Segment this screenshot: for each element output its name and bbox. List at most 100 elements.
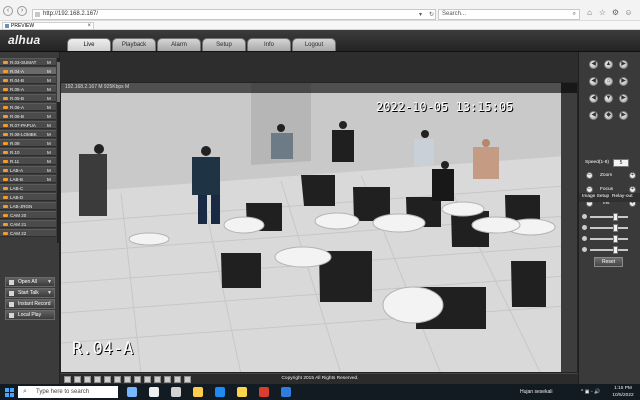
- main-stream-flag[interactable]: M: [47, 104, 52, 111]
- weather-status[interactable]: Hujan sesekali: [520, 389, 553, 395]
- tab-logout[interactable]: Logout: [292, 38, 336, 51]
- brightness-slider[interactable]: [582, 213, 634, 221]
- start-talk-button[interactable]: Start Talk ▼: [5, 288, 55, 298]
- ptz-up-left-button[interactable]: ◀: [589, 60, 598, 69]
- ptz-up-right-button[interactable]: ▶: [619, 60, 628, 69]
- instant-record-button[interactable]: Instant Record: [5, 299, 55, 309]
- ptz-preset-button[interactable]: ▶: [619, 111, 628, 120]
- contrast-slider[interactable]: [582, 224, 634, 232]
- ptz-up-button[interactable]: ▲: [604, 60, 613, 69]
- channel-item-r-06-b[interactable]: R.06-B M: [0, 112, 56, 120]
- reset-button[interactable]: Reset: [594, 257, 623, 267]
- speed-select[interactable]: 5: [613, 159, 629, 167]
- browser-search[interactable]: Search... ⌕: [438, 9, 580, 20]
- zoom-in-button[interactable]: +: [629, 172, 636, 179]
- refresh-icon[interactable]: ↻: [429, 11, 434, 18]
- channel-item-r-08-lombk[interactable]: R.08-LOMBK M: [0, 130, 56, 138]
- file-explorer-icon[interactable]: [149, 387, 159, 397]
- channel-item-lab-b[interactable]: LAB-B M: [0, 175, 56, 183]
- focus-plus-button[interactable]: +: [629, 186, 636, 193]
- windows-start-button[interactable]: [5, 388, 14, 397]
- back-icon[interactable]: ‹: [3, 6, 13, 16]
- folder-icon[interactable]: [193, 387, 203, 397]
- slider-track[interactable]: [590, 227, 628, 229]
- channel-item-r-10[interactable]: R.10 M: [0, 148, 56, 156]
- local-play-button[interactable]: Local Play: [5, 310, 55, 320]
- channel-item-r-09[interactable]: R.09 M: [0, 139, 56, 147]
- main-stream-flag[interactable]: M: [47, 140, 52, 147]
- ptz-auto-button[interactable]: ◆: [604, 111, 613, 120]
- main-stream-flag[interactable]: M: [47, 131, 52, 138]
- channel-item-r-11[interactable]: R.11 M: [0, 157, 56, 165]
- channel-item-cam-22[interactable]: CAM 22: [0, 229, 56, 237]
- main-stream-flag[interactable]: M: [47, 59, 52, 66]
- tab-setup[interactable]: Setup: [202, 38, 246, 51]
- main-stream-flag[interactable]: M: [47, 113, 52, 120]
- relay-out-tab[interactable]: Relay-out: [612, 194, 633, 201]
- main-stream-flag[interactable]: M: [47, 176, 52, 183]
- zoom-out-button[interactable]: −: [586, 172, 593, 179]
- main-stream-flag[interactable]: M: [47, 77, 52, 84]
- address-bar[interactable]: http://192.168.2.167/ ▾ ↻: [32, 9, 436, 20]
- slider-track[interactable]: [590, 238, 628, 240]
- image-setup-tab[interactable]: Image Setup: [582, 194, 609, 201]
- browser-tab-preview[interactable]: PREVIEW ×: [2, 22, 94, 30]
- tray-icons[interactable]: ^ ▣ ◦ 🔊: [581, 389, 600, 395]
- slider-knob[interactable]: [613, 246, 618, 254]
- ptz-zoom-area-button[interactable]: ◀: [589, 111, 598, 120]
- ptz-down-right-button[interactable]: ▶: [619, 94, 628, 103]
- close-tab-icon[interactable]: ×: [87, 23, 91, 29]
- channel-item-r-05-a[interactable]: R.05-A M: [0, 85, 56, 93]
- chevron-down-icon[interactable]: ▼: [47, 289, 52, 297]
- main-stream-flag[interactable]: M: [47, 122, 52, 129]
- settings-icon[interactable]: [171, 387, 181, 397]
- ptz-down-button[interactable]: ▼: [604, 94, 613, 103]
- ptz-down-left-button[interactable]: ◀: [589, 94, 598, 103]
- chevron-down-icon[interactable]: ▼: [47, 278, 52, 286]
- mail-icon[interactable]: [237, 387, 247, 397]
- channel-item-r-04-b[interactable]: R.04-B M: [0, 76, 56, 84]
- channel-item-lab-jrgn[interactable]: LAB-JRGN: [0, 202, 56, 210]
- slider-track[interactable]: [590, 216, 628, 218]
- browser-icon[interactable]: [281, 387, 291, 397]
- channel-item-cam-20[interactable]: CAM 20: [0, 211, 56, 219]
- main-stream-flag[interactable]: M: [47, 158, 52, 165]
- channel-list[interactable]: R.03-SUMAT M R.04-A M R.04-B M R.05-A M R.05-B M R…: [0, 58, 57, 243]
- main-stream-flag[interactable]: M: [47, 167, 52, 174]
- search-icon[interactable]: ⌕: [573, 11, 576, 18]
- open-all-button[interactable]: Open All ▼: [5, 277, 55, 287]
- ptz-home-button[interactable]: ⌂: [604, 77, 613, 86]
- slider-knob[interactable]: [613, 224, 618, 232]
- focus-minus-button[interactable]: −: [586, 186, 593, 193]
- channel-item-r-04-a[interactable]: R.04-A M: [0, 67, 56, 75]
- emoji-icon[interactable]: ☺: [624, 8, 633, 17]
- saturation-slider[interactable]: [582, 235, 634, 243]
- live-video[interactable]: 192.168.2.167 M 925Kbps M 2022-10-05 13:…: [60, 82, 578, 373]
- hue-slider[interactable]: [582, 246, 634, 254]
- channel-item-cam-21[interactable]: CAM 21: [0, 220, 56, 228]
- main-stream-flag[interactable]: M: [47, 86, 52, 93]
- slider-knob[interactable]: [613, 235, 618, 243]
- tab-live[interactable]: Live: [67, 38, 111, 51]
- channel-item-r-05-b[interactable]: R.05-B M: [0, 94, 56, 102]
- forward-icon[interactable]: ›: [17, 6, 27, 16]
- compatibility-icon[interactable]: ▾: [419, 11, 422, 18]
- channel-item-r-07-papua[interactable]: R.07-PAPUA M: [0, 121, 56, 129]
- taskbar-search[interactable]: ⌕ Type here to search: [18, 386, 118, 398]
- slider-knob[interactable]: [613, 213, 618, 221]
- task-view-icon[interactable]: [127, 387, 137, 397]
- store-icon[interactable]: [215, 387, 225, 397]
- channel-item-lab-d[interactable]: LAB-D: [0, 193, 56, 201]
- settings-icon[interactable]: ⚙: [611, 8, 620, 17]
- ptz-right-button[interactable]: ▶: [619, 77, 628, 86]
- tab-playback[interactable]: Playback: [112, 38, 156, 51]
- home-icon[interactable]: ⌂: [585, 8, 594, 17]
- main-stream-flag[interactable]: M: [47, 95, 52, 102]
- chrome-icon[interactable]: [259, 387, 269, 397]
- main-stream-flag[interactable]: M: [47, 68, 52, 75]
- slider-track[interactable]: [590, 249, 628, 251]
- main-stream-flag[interactable]: M: [47, 149, 52, 156]
- tab-alarm[interactable]: Alarm: [157, 38, 201, 51]
- channel-item-lab-a[interactable]: LAB-A M: [0, 166, 56, 174]
- taskbar-clock[interactable]: 1:15 PM 10/5/2022: [612, 385, 634, 399]
